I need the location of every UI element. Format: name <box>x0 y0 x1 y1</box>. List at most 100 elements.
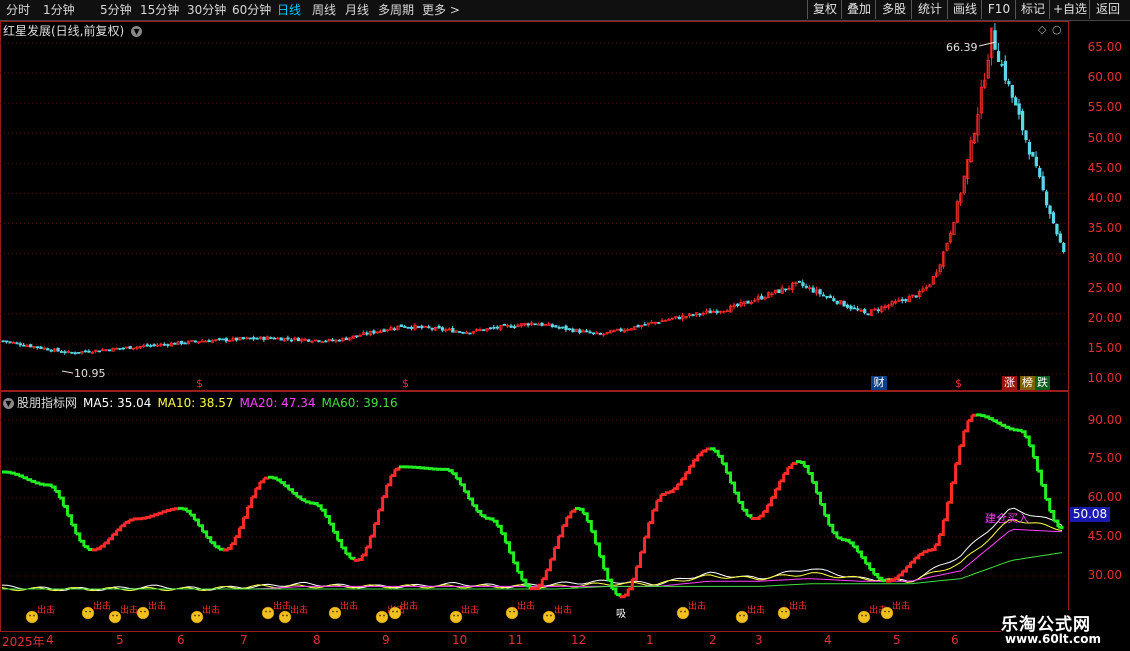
candle-body <box>122 348 124 349</box>
candle-body <box>863 310 865 313</box>
indicator-segment <box>755 516 759 518</box>
indicator-segment <box>460 485 464 492</box>
back-button[interactable]: 返回 <box>1089 0 1126 19</box>
candle-body <box>163 344 165 345</box>
signal-label: 出击 <box>37 604 55 616</box>
indicator-segment <box>370 523 374 536</box>
tab-1min[interactable]: 1分钟 <box>43 2 75 18</box>
indicator-segment <box>661 493 665 495</box>
indicator-segment <box>272 478 276 480</box>
adjust-button[interactable]: 复权 <box>807 0 842 19</box>
indicator-segment <box>964 420 968 430</box>
indicator-segment <box>837 538 841 540</box>
signal-label: 出击 <box>461 604 479 616</box>
indicator-segment <box>935 534 939 544</box>
tab-daily[interactable]: 日线 <box>277 2 301 18</box>
signal-label: 出击 <box>290 604 308 616</box>
overlay-button[interactable]: 叠加 <box>841 0 876 19</box>
indicator-segment <box>10 473 14 474</box>
candle-body <box>184 343 186 344</box>
indicator-segment <box>591 532 595 544</box>
tab-monthly[interactable]: 月线 <box>345 2 369 18</box>
tab-60min[interactable]: 60分钟 <box>232 2 271 18</box>
tab-weekly[interactable]: 周线 <box>312 2 336 18</box>
candle-body <box>658 323 660 324</box>
indicator-segment <box>268 477 272 478</box>
candle-body <box>572 329 574 332</box>
tab-multi-period[interactable]: 多周期 <box>378 2 414 18</box>
tab-15min[interactable]: 15分钟 <box>140 2 179 18</box>
limit-up-marker[interactable]: 涨 <box>1002 376 1017 390</box>
signal-face-eye <box>861 615 863 617</box>
candle-body <box>997 52 999 62</box>
indicator-segment <box>1001 425 1005 427</box>
finance-marker[interactable]: 财 <box>871 376 887 390</box>
drop-marker[interactable]: 跌 <box>1035 376 1050 390</box>
indicator-segment <box>456 479 460 485</box>
candle-body <box>410 327 412 328</box>
candle-body <box>853 308 855 309</box>
signal-label: 出击 <box>688 600 706 612</box>
candle-body <box>290 340 292 341</box>
indicator-segment <box>301 500 305 502</box>
indicator-segment <box>362 547 366 555</box>
indicator-segment <box>923 550 927 551</box>
candle-body <box>1032 152 1034 156</box>
signal-label: 出击 <box>517 600 535 612</box>
price-tick: 25.00 <box>1088 281 1122 295</box>
multi-stock-button[interactable]: 多股 <box>875 0 912 19</box>
indicator-segment <box>379 497 383 510</box>
tab-intraday[interactable]: 分时 <box>6 2 30 18</box>
indicator-segment <box>334 532 338 540</box>
signal-face-eye <box>739 615 741 617</box>
candle-body <box>798 281 800 282</box>
tab-more[interactable]: 更多 > <box>422 2 460 18</box>
indicator-segment <box>640 537 644 552</box>
tab-30min[interactable]: 30分钟 <box>187 2 226 18</box>
statistics-button[interactable]: 统计 <box>911 0 948 19</box>
ranking-marker[interactable]: 榜 <box>1020 376 1035 390</box>
indicator-segment <box>792 462 796 464</box>
indicator-segment <box>812 483 816 494</box>
dividend-marker[interactable]: $ <box>196 377 203 390</box>
indicator-segment <box>252 488 256 497</box>
indicator-segment <box>984 417 988 419</box>
mark-button[interactable]: 标记 <box>1015 0 1050 19</box>
indicator-segment <box>145 516 149 517</box>
indicator-segment <box>153 513 157 515</box>
candle-body <box>565 326 567 330</box>
indicator-segment <box>767 497 771 505</box>
tab-5min[interactable]: 5分钟 <box>100 2 132 18</box>
indicator-segment <box>297 497 301 500</box>
candle-body <box>74 353 76 354</box>
candle-body <box>167 345 169 346</box>
candle-body <box>585 331 587 332</box>
indicator-segment <box>178 508 182 509</box>
signal-face-eye <box>888 611 890 613</box>
candle-body <box>747 301 749 303</box>
signal-face-eye <box>33 615 35 617</box>
indicator-segment <box>681 472 685 478</box>
indicator-segment <box>346 554 350 558</box>
indicator-segment <box>444 469 448 470</box>
indicator-segment <box>1005 427 1009 429</box>
indicator-segment <box>968 415 972 420</box>
dividend-marker[interactable]: $ <box>402 377 409 390</box>
add-watchlist-button[interactable]: +自选 <box>1049 0 1090 19</box>
indicator-segment <box>207 538 211 543</box>
draw-line-button[interactable]: 画线 <box>947 0 982 19</box>
candle-body <box>2 341 4 342</box>
month-label: 8 <box>313 633 321 647</box>
f10-button[interactable]: F10 <box>981 0 1016 19</box>
indicator-segment <box>22 478 26 480</box>
candle-body <box>1052 213 1054 223</box>
candle-body <box>537 324 539 325</box>
signal-face-eye <box>336 611 338 613</box>
indicator-segment <box>853 547 857 552</box>
signal-face-eye <box>457 615 459 617</box>
signal-face-eye <box>269 611 271 613</box>
dividend-marker[interactable]: $ <box>955 377 962 390</box>
indicator-chart[interactable]: 出击出击出击出击出击出击出击出击出击出击出击出击出击出击出击出击出击出击吸建仓买… <box>0 391 1068 631</box>
candlestick-chart[interactable]: 66.39 10.95 $ $ $ <box>0 21 1068 391</box>
candle-body <box>253 337 255 338</box>
